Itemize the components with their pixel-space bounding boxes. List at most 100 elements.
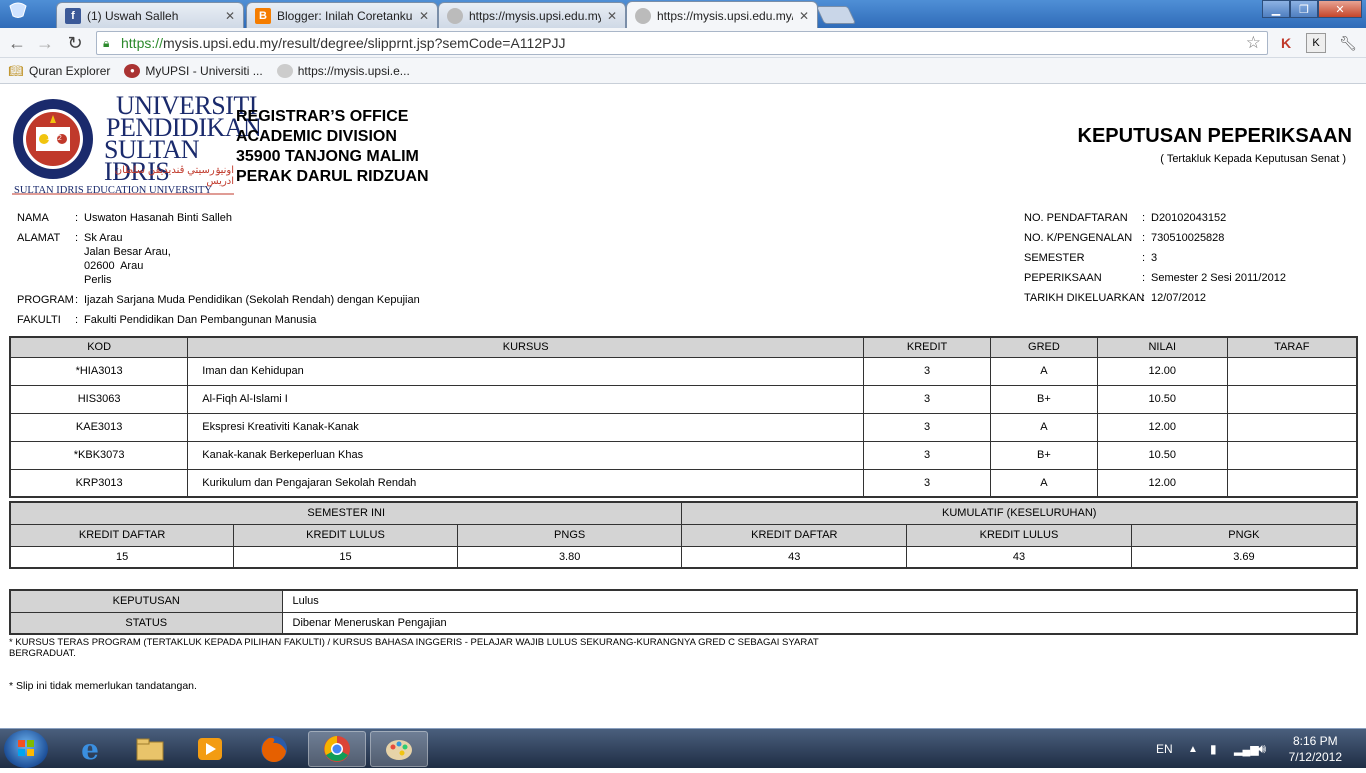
clock[interactable]: 8:16 PM 7/12/2012 xyxy=(1289,733,1342,765)
gred-cell: A xyxy=(989,412,1098,442)
program-value: Ijazah Sarjana Muda Pendidikan (Sekolah … xyxy=(84,294,420,306)
header-nilai: NILAI xyxy=(1096,336,1228,358)
pngs-value: 3.80 xyxy=(456,545,683,569)
taraf-cell xyxy=(1226,384,1358,414)
registrar-address: REGISTRAR’S OFFICE ACADEMIC DIVISION 359… xyxy=(236,107,429,187)
taraf-cell xyxy=(1226,356,1358,386)
tab-close-icon[interactable]: ✕ xyxy=(607,9,617,23)
globe-icon xyxy=(276,63,293,78)
window-controls: ▁ ❐ ✕ xyxy=(1262,0,1362,18)
summary-header-row: KREDIT DAFTAR KREDIT LULUS PNGS KREDIT D… xyxy=(9,523,1358,547)
browser-toolbar: ← → ↻ 🔒︎ https://mysis.upsi.edu.my/resul… xyxy=(0,28,1366,58)
chrome-icon[interactable] xyxy=(308,731,366,767)
no-pendaftaran-label: NO. PENDAFTARAN xyxy=(1024,212,1128,224)
nilai-cell: 10.50 xyxy=(1096,440,1228,470)
blogger-icon: B xyxy=(255,7,271,24)
kredit-cell: 3 xyxy=(863,468,991,498)
address-line: REGISTRAR’S OFFICE xyxy=(236,108,409,125)
restore-icon[interactable]: ❐ xyxy=(1290,0,1318,18)
taraf-cell xyxy=(1226,440,1358,470)
kaspersky-icon[interactable]: K xyxy=(1276,33,1296,53)
new-tab-button[interactable] xyxy=(815,6,857,24)
battery-icon[interactable]: ▮ xyxy=(1210,729,1217,769)
gred-cell: B+ xyxy=(989,440,1098,470)
seal-year: 1922 xyxy=(46,135,62,142)
tab-close-icon[interactable]: ✕ xyxy=(799,9,809,23)
upsi-icon: ● xyxy=(124,63,141,78)
courses-table: KOD KURSUS KREDIT GRED NILAI TARAF *HIA3… xyxy=(9,336,1358,498)
firefox-icon[interactable] xyxy=(246,731,302,767)
reload-icon[interactable]: ↻ xyxy=(64,32,86,54)
bookmark-star-icon[interactable]: ☆ xyxy=(1246,33,1261,53)
show-hidden-icons[interactable]: ▲ xyxy=(1188,729,1198,769)
tab-close-icon[interactable]: ✕ xyxy=(225,9,235,23)
wrench-icon[interactable]: 🔧︎ xyxy=(1338,33,1358,53)
minimize-icon[interactable]: ▁ xyxy=(1262,0,1290,18)
globe-icon xyxy=(635,7,651,24)
page-subtitle: ( Tertakluk Kepada Keputusan Senat ) xyxy=(1160,153,1346,165)
kredit-cell: 3 xyxy=(863,384,991,414)
summary-table: SEMESTER INI KUMULATIF (KESELURUHAN) KRE… xyxy=(9,501,1358,569)
semester-ini-header: SEMESTER INI xyxy=(9,501,683,525)
language-indicator[interactable]: EN xyxy=(1156,729,1173,769)
colon: : xyxy=(75,294,79,306)
header-kredit-daftar-kumulatif: KREDIT DAFTAR xyxy=(681,523,908,547)
windows-explorer-icon[interactable] xyxy=(122,731,178,767)
header-kredit-daftar: KREDIT DAFTAR xyxy=(9,523,235,547)
bookmark-quran-explorer[interactable]: 📖︎ Quran Explorer xyxy=(8,64,110,78)
header-kredit: KREDIT xyxy=(863,336,991,358)
address-bar[interactable]: 🔒︎ https://mysis.upsi.edu.my/result/degr… xyxy=(96,31,1268,55)
tarikh-value: 12/07/2012 xyxy=(1151,292,1207,304)
paint-icon[interactable] xyxy=(370,731,428,767)
kursus-cell: Al-Fiqh Al-Islami I xyxy=(187,384,865,414)
program-label: PROGRAM xyxy=(17,294,74,306)
bookmark-mysis[interactable]: https://mysis.upsi.e... xyxy=(276,63,410,78)
gred-cell: B+ xyxy=(989,384,1098,414)
nilai-cell: 10.50 xyxy=(1096,384,1228,414)
alamat-label: ALAMAT xyxy=(17,232,61,244)
tab-facebook[interactable]: f (1) Uswah Salleh ✕ xyxy=(56,2,244,28)
network-icon[interactable]: ▂▄▆ xyxy=(1234,729,1259,769)
kod-cell: KAE3013 xyxy=(9,412,189,442)
facebook-icon: f xyxy=(65,7,81,24)
address-line: 35900 TANJONG MALIM xyxy=(236,148,419,165)
tab-strip: f (1) Uswah Salleh ✕ B Blogger: Inilah C… xyxy=(0,0,1366,29)
colon: : xyxy=(75,232,79,244)
kod-cell: HIS3063 xyxy=(9,384,189,414)
forward-icon[interactable]: → xyxy=(34,32,56,54)
tab-close-icon[interactable]: ✕ xyxy=(419,9,429,23)
footnote-line: BERGRADUAT. xyxy=(9,648,76,659)
start-button[interactable] xyxy=(4,730,48,768)
volume-icon[interactable]: 🔊︎ xyxy=(1258,729,1266,769)
tab-blogger[interactable]: B Blogger: Inilah Coretanku... ✕ xyxy=(246,2,438,28)
chrome-menu-icon[interactable] xyxy=(6,2,32,24)
media-player-icon[interactable] xyxy=(182,731,238,767)
kredit-lulus-kumulatif-value: 43 xyxy=(906,545,1132,569)
kursus-cell: Iman dan Kehidupan xyxy=(187,356,865,386)
page-title: KEPUTUSAN PEPERIKSAAN xyxy=(1077,125,1352,147)
header-gred: GRED xyxy=(989,336,1098,358)
tab-mysis-active[interactable]: https://mysis.upsi.edu.my/ ✕ xyxy=(626,1,818,29)
alamat-line: Sk Arau xyxy=(84,232,123,244)
bookmark-myupsi[interactable]: ● MyUPSI - Universiti ... xyxy=(124,63,263,78)
university-name-en: SULTAN IDRIS EDUCATION UNIVERSITY xyxy=(14,185,212,196)
tab-title: Blogger: Inilah Coretanku... xyxy=(277,8,413,23)
close-icon[interactable]: ✕ xyxy=(1318,0,1362,18)
kod-cell: *KBK3073 xyxy=(9,440,189,470)
status-value: Dibenar Meneruskan Pengajian xyxy=(281,611,1358,635)
table-row: KRP3013 Kurikulum dan Pengajaran Sekolah… xyxy=(9,468,1358,498)
tab-title: https://mysis.upsi.edu.my/ xyxy=(469,8,601,23)
internet-explorer-icon[interactable]: e xyxy=(62,731,118,767)
semester-label: SEMESTER xyxy=(1024,252,1085,264)
colon: : xyxy=(1142,232,1146,244)
extension-k-icon[interactable]: K xyxy=(1306,33,1326,53)
windows-taskbar: e EN ▲ ▮ ▂▄▆ 🔊︎ 8:16 PM 7/12/2012 xyxy=(0,728,1366,768)
back-icon[interactable]: ← xyxy=(6,32,28,54)
no-kp-label: NO. K/PENGENALAN xyxy=(1024,232,1133,244)
tab-mysis-1[interactable]: https://mysis.upsi.edu.my/ ✕ xyxy=(438,2,626,28)
kursus-cell: Ekspresi Kreativiti Kanak-Kanak xyxy=(187,412,865,442)
header-kod: KOD xyxy=(9,336,189,358)
jawi-text: اونيۏرسيتي ڤنديديقن سلطان ادريس xyxy=(114,165,234,187)
footnote-signature: * Slip ini tidak memerlukan tandatangan. xyxy=(9,680,197,692)
no-kp-value: 730510025828 xyxy=(1151,232,1225,244)
